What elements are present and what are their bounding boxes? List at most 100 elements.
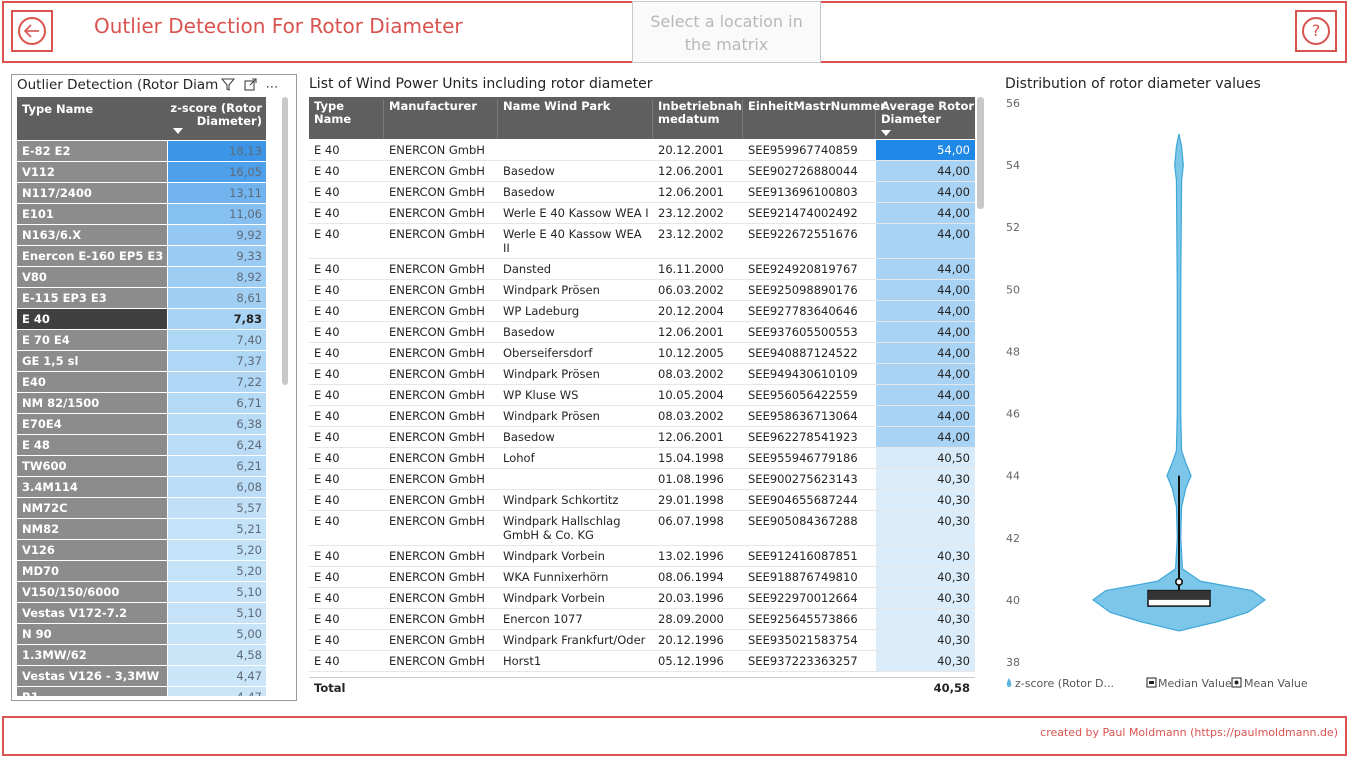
matrix-row[interactable]: GE 1,5 sl 7,37 (17, 351, 266, 372)
more-options-icon[interactable]: ⋯ (261, 80, 283, 95)
matrix-row-z-score[interactable]: 6,24 (168, 435, 266, 455)
matrix-row-z-score[interactable]: 6,21 (168, 456, 266, 476)
matrix-row-type-name[interactable]: E 40 (17, 309, 167, 329)
matrix-row-type-name[interactable]: 3.4M114 (17, 477, 167, 497)
matrix-row-type-name[interactable]: Enercon E-160 EP5 E3 (17, 246, 167, 266)
back-button[interactable] (11, 10, 53, 52)
focus-mode-icon[interactable] (239, 78, 261, 95)
matrix-row-type-name[interactable]: MD70 (17, 561, 167, 581)
matrix-row[interactable]: E 48 6,24 (17, 435, 266, 456)
matrix-row-z-score[interactable]: 13,11 (168, 183, 266, 203)
matrix-row-z-score[interactable]: 9,92 (168, 225, 266, 245)
matrix-row-z-score[interactable]: 7,22 (168, 372, 266, 392)
matrix-row-type-name[interactable]: 1.3MW/62 (17, 645, 167, 665)
matrix-row[interactable]: V80 8,92 (17, 267, 266, 288)
matrix-row[interactable]: NM82 5,21 (17, 519, 266, 540)
table-row[interactable]: E 40 ENERCON GmbH Oberseifersdorf 10.12.200… (309, 343, 975, 364)
matrix-col-type-name[interactable]: Type Name (22, 102, 93, 116)
sort-desc-icon[interactable] (173, 128, 183, 134)
matrix-row-z-score[interactable]: 7,83 (168, 309, 266, 329)
matrix-row[interactable]: Enercon E-160 EP5 E3 9,33 (17, 246, 266, 267)
matrix-row[interactable]: E-115 EP3 E3 8,61 (17, 288, 266, 309)
matrix-row-z-score[interactable]: 6,08 (168, 477, 266, 497)
col-type-name[interactable]: Type Name (309, 100, 384, 139)
matrix-row[interactable]: N163/6.X 9,92 (17, 225, 266, 246)
matrix-row-type-name[interactable]: E 70 E4 (17, 330, 167, 350)
matrix-row[interactable]: NM72C 5,57 (17, 498, 266, 519)
matrix-row-type-name[interactable]: E-82 E2 (17, 141, 167, 161)
table-row[interactable]: E 40 ENERCON GmbH Dansted 16.11.2000 SEE9249… (309, 259, 975, 280)
table-row[interactable]: E 40 ENERCON GmbH Lohof 15.04.1998 SEE955946… (309, 448, 975, 469)
matrix-row-z-score[interactable]: 5,21 (168, 519, 266, 539)
matrix-row[interactable]: R14,47 (17, 687, 266, 696)
matrix-row[interactable]: E-82 E2 18,13 (17, 141, 266, 162)
matrix-row-type-name[interactable]: Vestas V126 - 3,3MW (17, 666, 167, 686)
matrix-row-type-name[interactable]: N163/6.X (17, 225, 167, 245)
matrix-row-z-score[interactable]: 5,20 (168, 561, 266, 581)
matrix-row-type-name[interactable]: E 48 (17, 435, 167, 455)
matrix-row[interactable]: TW600 6,21 (17, 456, 266, 477)
matrix-row[interactable]: Vestas V172-7.2 5,10 (17, 603, 266, 624)
matrix-row-type-name[interactable]: V126 (17, 540, 167, 560)
matrix-row-type-name[interactable]: E101 (17, 204, 167, 224)
matrix-row-z-score[interactable]: 8,61 (168, 288, 266, 308)
matrix-row-z-score[interactable]: 5,20 (168, 540, 266, 560)
table-row[interactable]: E 40 ENERCON GmbH Werle E 40 Kassow WEA I 2… (309, 203, 975, 224)
matrix-row[interactable]: E40 7,22 (17, 372, 266, 393)
matrix-row[interactable]: 1.3MW/62 4,58 (17, 645, 266, 666)
table-row[interactable]: E 40 ENERCON GmbH Windpark Hallschlag GmbH … (309, 511, 975, 546)
matrix-row-z-score[interactable]: 5,57 (168, 498, 266, 518)
table-row[interactable]: E 40 ENERCON GmbH Windpark Prösen 08.03.200… (309, 364, 975, 385)
matrix-row[interactable]: N 90 5,00 (17, 624, 266, 645)
table-row[interactable]: E 40 ENERCON GmbH 01.08.1996 SEE90027562314… (309, 469, 975, 490)
table-row[interactable]: E 40 ENERCON GmbH Windpark Vorbein 13.02.19… (309, 546, 975, 567)
table-scrollbar[interactable] (977, 97, 984, 209)
table-row[interactable]: E 40 ENERCON GmbH Basedow 12.06.2001 SEE9027… (309, 161, 975, 182)
matrix-row-z-score[interactable]: 6,38 (168, 414, 266, 434)
filter-icon[interactable] (217, 78, 239, 95)
table-row[interactable]: E 40 ENERCON GmbH Windpark Prösen 08.03.200… (309, 406, 975, 427)
matrix-row-type-name[interactable]: V112 (17, 162, 167, 182)
col-commissioning-date[interactable]: Inbetriebnah medatum (653, 100, 743, 139)
matrix-row[interactable]: E 40 7,83 (17, 309, 266, 330)
table-row[interactable]: E 40 ENERCON GmbH Horst1 05.12.1996 SEE93722… (309, 651, 975, 672)
table-row[interactable]: E 40 ENERCON GmbH Basedow 12.06.2001 SEE9622… (309, 427, 975, 448)
table-row[interactable]: E 40 ENERCON GmbH WKA Funnixerhörn 08.06.19… (309, 567, 975, 588)
matrix-row-type-name[interactable]: N 90 (17, 624, 167, 644)
matrix-row-z-score[interactable]: 6,71 (168, 393, 266, 413)
matrix-row-type-name[interactable]: NM 82/1500 (17, 393, 167, 413)
matrix-row[interactable]: 3.4M114 6,08 (17, 477, 266, 498)
matrix-row[interactable]: E70E4 6,38 (17, 414, 266, 435)
table-row[interactable]: E 40 ENERCON GmbH Basedow 12.06.2001 SEE9136… (309, 182, 975, 203)
help-button[interactable]: ? (1295, 10, 1337, 52)
table-row[interactable]: E 40 ENERCON GmbH Windpark Prösen 06.03.200… (309, 280, 975, 301)
select-location-hint[interactable]: Select a location in the matrix (632, 1, 821, 63)
matrix-row[interactable]: MD70 5,20 (17, 561, 266, 582)
matrix-row-z-score[interactable]: 5,00 (168, 624, 266, 644)
matrix-row-z-score[interactable]: 7,37 (168, 351, 266, 371)
matrix-row-z-score[interactable]: 5,10 (168, 603, 266, 623)
matrix-row-type-name[interactable]: NM72C (17, 498, 167, 518)
matrix-row[interactable]: Vestas V126 - 3,3MW 4,47 (17, 666, 266, 687)
table-row[interactable]: E 40 ENERCON GmbH Windpark Schkortitz 29.01… (309, 490, 975, 511)
matrix-scrollbar[interactable] (282, 97, 288, 385)
matrix-row[interactable]: V112 16,05 (17, 162, 266, 183)
matrix-row-type-name[interactable]: E70E4 (17, 414, 167, 434)
matrix-row-z-score[interactable]: 5,10 (168, 582, 266, 602)
matrix-row-z-score[interactable]: 18,13 (168, 141, 266, 161)
matrix-row[interactable]: NM 82/1500 6,71 (17, 393, 266, 414)
matrix-row-z-score[interactable]: 11,06 (168, 204, 266, 224)
table-row[interactable]: E 40 ENERCON GmbH 20.12.2001 SEE95996774085… (309, 140, 975, 161)
matrix-row-type-name[interactable]: V150/150/6000 (17, 582, 167, 602)
table-row[interactable]: E 40 ENERCON GmbH Werle E 40 Kassow WEA II 2… (309, 224, 975, 259)
col-wind-park[interactable]: Name Wind Park (498, 100, 653, 139)
matrix-row-type-name[interactable]: GE 1,5 sl (17, 351, 167, 371)
col-average-rotor-diameter[interactable]: Average Rotor Diameter (876, 100, 975, 139)
table-row[interactable]: E 40 ENERCON GmbH Enercon 1077 28.09.2000 SE… (309, 609, 975, 630)
matrix-row-z-score[interactable]: 4,58 (168, 645, 266, 665)
table-row[interactable]: E 40 ENERCON GmbH WP Kluse WS 10.05.2004 SEE… (309, 385, 975, 406)
matrix-row-z-score[interactable]: 4,47 (168, 687, 266, 696)
matrix-row[interactable]: V126 5,20 (17, 540, 266, 561)
matrix-row[interactable]: E 70 E4 7,40 (17, 330, 266, 351)
matrix-row-z-score[interactable]: 8,92 (168, 267, 266, 287)
